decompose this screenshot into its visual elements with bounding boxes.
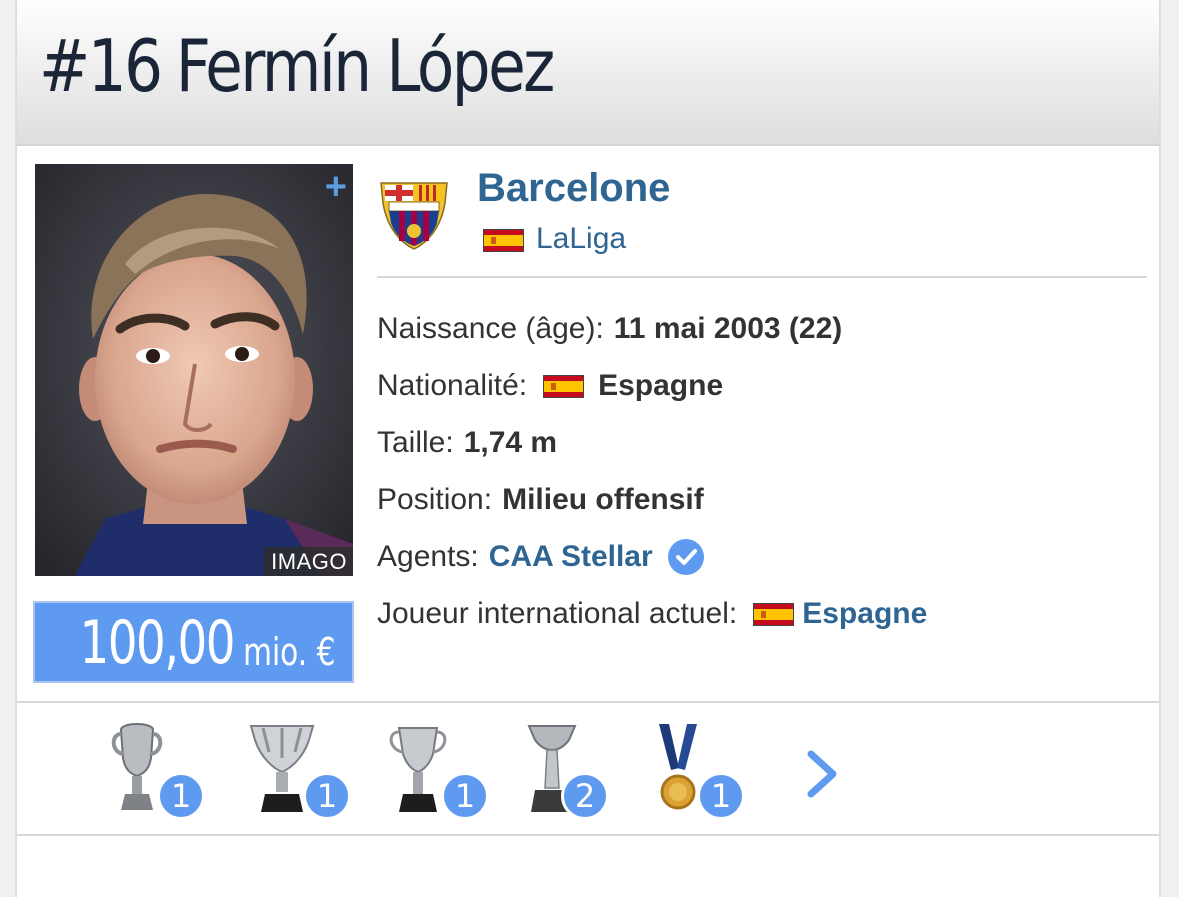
height-value: 1,74 m (463, 426, 558, 459)
league-link[interactable]: LaLiga (536, 222, 626, 256)
player-profile-card: #16 Fermín López + IMAGO 100,00 mio. € B… (15, 0, 1161, 897)
market-value-button[interactable]: 100,00 mio. € (33, 601, 354, 683)
trophy-count-badge: 2 (561, 772, 609, 820)
international-label: Joueur international actuel: (377, 597, 738, 630)
agents-label: Agents: (377, 540, 479, 573)
photo-credit: IMAGO (264, 547, 353, 576)
enlarge-photo-icon[interactable]: + (325, 168, 347, 206)
club-name-link[interactable]: Barcelone (477, 166, 670, 211)
nationality-value: Espagne (598, 369, 724, 402)
player-photo[interactable]: + IMAGO (35, 164, 353, 576)
position-value: Milieu offensif (502, 483, 704, 516)
nationality-label: Nationalité: (377, 369, 528, 402)
trophy-euro[interactable]: 1 (107, 718, 217, 820)
trophy-count-badge: 1 (157, 772, 205, 820)
shirt-number: #16 (39, 24, 163, 108)
divider (377, 276, 1147, 278)
market-value-amount: 100,00 (79, 608, 236, 678)
birth-value: 11 mai 2003 (22) (613, 312, 843, 345)
divider (17, 701, 1159, 703)
birth-label: Naissance (âge): (377, 312, 604, 345)
position-label: Position: (377, 483, 493, 516)
height-label: Taille: (377, 426, 454, 459)
player-portrait-illustration (35, 164, 353, 576)
trophy-gold-medal[interactable]: 1 (653, 718, 763, 820)
chevron-right-icon[interactable] (803, 750, 843, 798)
spain-flag-icon (543, 374, 585, 398)
profile-header: #16 Fermín López (17, 0, 1159, 146)
height-row: Taille: 1,74 m (377, 423, 557, 463)
spain-flag-icon (753, 602, 795, 626)
agents-row: Agents: CAA Stellar (377, 537, 705, 577)
spain-flag-icon (483, 229, 524, 252)
trophy-supercopa[interactable]: 2 (517, 718, 627, 820)
page-title: #16 Fermín López (39, 30, 555, 102)
verified-check-icon (667, 539, 704, 575)
trophy-copa-del-rey[interactable]: 1 (383, 718, 493, 820)
position-row: Position: Milieu offensif (377, 480, 704, 520)
divider (17, 834, 1159, 836)
trophy-count-badge: 1 (697, 772, 745, 820)
club-crest-icon[interactable] (375, 173, 453, 251)
trophy-count-badge: 1 (303, 772, 351, 820)
gold-medal-icon (659, 724, 697, 810)
trophy-count-badge: 1 (441, 772, 489, 820)
birth-row: Naissance (âge): 11 mai 2003 (22) (377, 309, 842, 349)
market-value-unit: mio. € (242, 630, 335, 674)
international-row: Joueur international actuel: Espagne (377, 594, 927, 634)
national-team-link[interactable]: Espagne (802, 597, 927, 631)
agent-link[interactable]: CAA Stellar (489, 540, 653, 574)
trophy-laliga[interactable]: 1 (245, 718, 355, 820)
nationality-row: Nationalité: Espagne (377, 366, 723, 406)
player-name: Fermín López (175, 24, 556, 108)
